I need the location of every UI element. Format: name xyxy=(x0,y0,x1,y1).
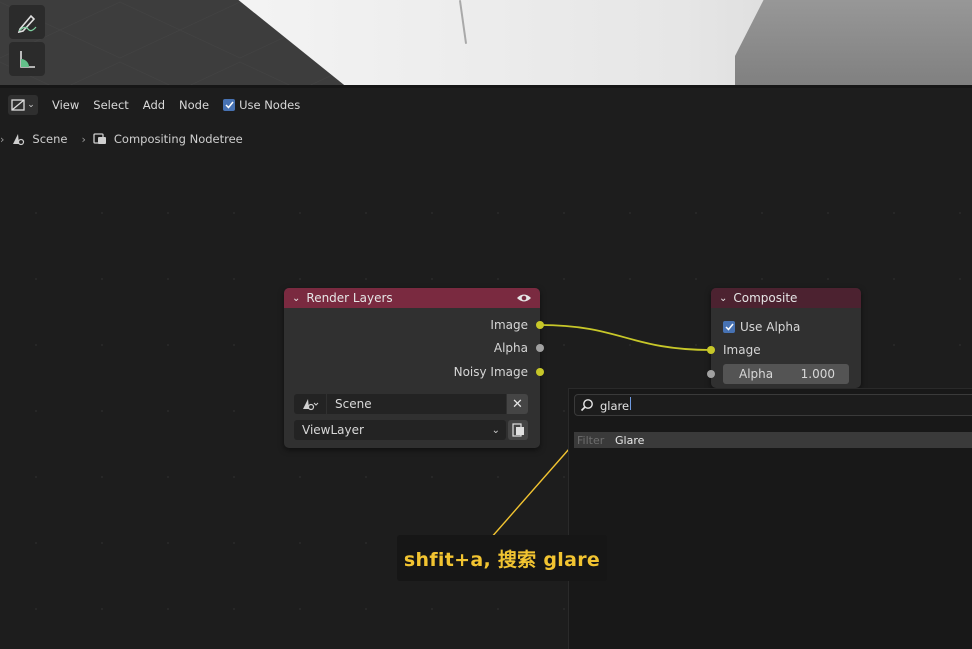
search-result-item[interactable]: Filter Glare xyxy=(574,432,972,448)
chevron-down-icon: ⌄ xyxy=(491,424,500,436)
use-alpha-toggle[interactable]: Use Alpha xyxy=(723,320,800,334)
search-query: glare xyxy=(600,399,630,413)
annotation-caption: shfit+a, 搜索 glare xyxy=(397,535,607,581)
scene-icon xyxy=(303,399,319,411)
eye-icon[interactable] xyxy=(516,293,532,303)
alpha-value-field[interactable]: Alpha 1.000 xyxy=(723,364,849,384)
scene-name-field[interactable]: Scene xyxy=(327,394,506,414)
collapse-chevron-icon[interactable]: ⌄ xyxy=(719,293,727,304)
output-noisy-image-socket[interactable] xyxy=(536,368,544,376)
view-layer-value: ViewLayer xyxy=(302,423,364,437)
output-image-label: Image xyxy=(490,318,528,332)
output-alpha-socket[interactable] xyxy=(536,344,544,352)
annotation-text: shfit+a, 搜索 glare xyxy=(403,548,601,571)
use-alpha-label: Use Alpha xyxy=(740,320,801,334)
text-caret xyxy=(630,397,632,410)
output-noisy-image-label: Noisy Image xyxy=(453,365,528,379)
use-alpha-checkbox[interactable] xyxy=(723,321,735,333)
clear-x-icon[interactable]: ✕ xyxy=(507,394,528,414)
render-layers-header[interactable]: ⌄ Render Layers xyxy=(284,288,540,308)
viewlayer-browse-icon-glyph xyxy=(512,423,524,437)
render-layers-title: Render Layers xyxy=(306,291,393,305)
view-layer-selector[interactable]: ViewLayer ⌄ xyxy=(294,420,528,440)
checkmark-icon xyxy=(724,323,734,331)
search-result-prefix: Filter xyxy=(577,433,605,447)
add-node-search-popup: glare Filter Glare xyxy=(568,388,972,649)
output-image-socket[interactable] xyxy=(536,321,544,329)
search-input[interactable]: glare xyxy=(574,394,972,416)
view-layer-dropdown[interactable]: ViewLayer ⌄ xyxy=(294,420,506,440)
composite-header[interactable]: ⌄ Composite xyxy=(711,288,861,308)
search-result-name: Glare xyxy=(615,433,645,447)
input-alpha-socket[interactable] xyxy=(707,370,715,378)
composite-title: Composite xyxy=(733,291,798,305)
image-link-wire xyxy=(539,324,712,351)
scene-name-value: Scene xyxy=(335,397,372,411)
collapse-chevron-icon[interactable]: ⌄ xyxy=(292,293,300,304)
scene-selector[interactable]: Scene ✕ xyxy=(294,394,528,414)
alpha-value: 1.000 xyxy=(800,367,835,381)
viewlayer-browse-icon[interactable] xyxy=(508,420,528,440)
scene-browse-button[interactable] xyxy=(294,394,326,414)
alpha-label: Alpha xyxy=(739,367,774,381)
input-image-socket[interactable] xyxy=(707,346,715,354)
composite-node[interactable]: ⌄ Composite Use Alpha Image Alpha 1.000 xyxy=(711,288,861,388)
input-image-label: Image xyxy=(723,343,761,357)
search-icon xyxy=(580,399,593,412)
render-layers-node[interactable]: ⌄ Render Layers Image Alpha Noisy Image … xyxy=(284,288,540,448)
output-alpha-label: Alpha xyxy=(493,341,528,355)
